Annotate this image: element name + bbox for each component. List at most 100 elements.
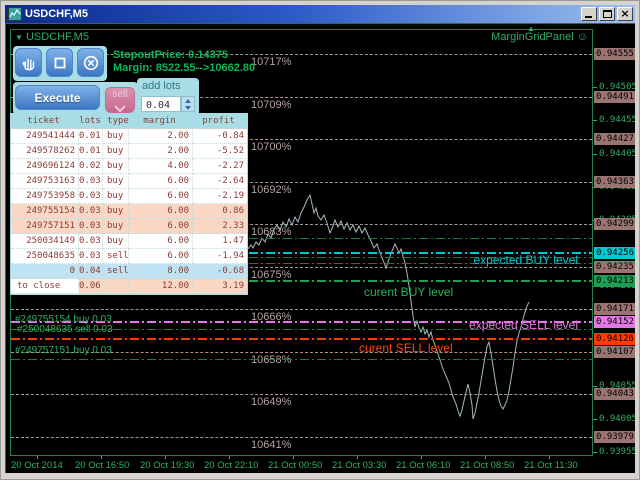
maximize-button[interactable] <box>599 7 615 21</box>
table-row[interactable]: 2495414440.01buy2.00-0.84 <box>11 129 247 144</box>
table-row[interactable]: 2500486350.03sell6.00-1.94 <box>11 249 247 264</box>
type-cell: buy <box>103 129 129 144</box>
lots-input[interactable] <box>141 96 181 112</box>
table-row[interactable]: to close0.0612.003.19 <box>11 279 247 294</box>
margin-cell: 4.00 <box>129 159 193 174</box>
minimize-button[interactable] <box>581 7 597 21</box>
type-cell: buy <box>103 174 129 189</box>
margin-cell: 6.00 <box>129 174 193 189</box>
profit-cell: -2.27 <box>193 159 247 174</box>
price-tick-mark <box>593 154 597 155</box>
smiley-icon: ☺ <box>577 31 588 43</box>
order-open-price-line[interactable] <box>11 359 592 360</box>
ticket-cell: 0 <box>11 264 79 279</box>
circled-x-icon <box>82 54 100 72</box>
lots-cell: 0.03 <box>79 174 103 189</box>
profit-cell: 3.19 <box>193 279 247 294</box>
profit-cell: 0.86 <box>193 204 247 219</box>
order-label: #250048635 sell 0.03 <box>17 324 113 335</box>
table-row[interactable]: 00.04sell8.00-0.68 <box>11 264 247 279</box>
ticket-cell: 249757151 <box>11 219 79 234</box>
chart-window-icon <box>8 7 22 21</box>
ticket-cell: 249753163 <box>11 174 79 189</box>
maximize-icon <box>603 10 612 18</box>
step-down-icon[interactable] <box>185 106 191 110</box>
table-row[interactable]: 2497551540.03buy6.000.86 <box>11 204 247 219</box>
time-tick-mark <box>229 456 230 459</box>
column-header-margin: margin <box>129 114 193 129</box>
grid-price-badge: 0.94235 <box>594 261 635 273</box>
price-tick-label: 0.94405 <box>599 149 635 160</box>
column-header-type: type <box>103 114 129 129</box>
lots-cell: 0.03 <box>79 189 103 204</box>
expected-sell-level-badge: 0.94152 <box>594 316 635 328</box>
lots-cell: 0.03 <box>79 204 103 219</box>
ticket-cell: 249755154 <box>11 204 79 219</box>
expected-buy-level-badge: 0.94256 <box>594 247 635 259</box>
panel-title: MarginGridPanel ☺ <box>491 31 588 43</box>
time-tick-label: 20 Oct 16:50 <box>75 460 129 471</box>
margin-cell: 2.00 <box>129 144 193 159</box>
price-tick-mark <box>593 419 597 420</box>
lots-cell: 0.04 <box>79 264 103 279</box>
price-tick-mark <box>593 386 597 387</box>
add-lots-panel: add lots <box>137 78 199 116</box>
type-cell: buy <box>103 234 129 249</box>
price-tick-mark <box>593 452 597 453</box>
title-bar[interactable]: USDCHF,M5 × <box>5 5 635 23</box>
step-up-icon[interactable] <box>185 99 191 103</box>
close-button[interactable]: × <box>617 7 633 21</box>
chevron-down-icon: ▼ <box>15 33 23 42</box>
lots-cell: 0.01 <box>79 144 103 159</box>
time-tick-mark <box>293 456 294 459</box>
profit-cell: -0.68 <box>193 264 247 279</box>
ticket-cell: 249696124 <box>11 159 79 174</box>
stop-button[interactable] <box>46 48 73 77</box>
price-tick-mark <box>593 120 597 121</box>
sell-button[interactable]: sell <box>105 87 135 113</box>
add-lots-label: add lots <box>137 78 199 93</box>
price-tick-label: 0.94005 <box>599 414 635 425</box>
time-tick-label: 21 Oct 08:50 <box>460 460 514 471</box>
execute-button[interactable]: Execute <box>15 85 100 110</box>
current-sell-level-line[interactable] <box>11 338 592 340</box>
column-header-profit: profit <box>193 114 247 129</box>
time-tick-label: 21 Oct 03:30 <box>332 460 386 471</box>
lots-cell: 0.03 <box>79 219 103 234</box>
current-buy-level-badge: 0.94213 <box>594 275 635 287</box>
time-tick-mark <box>485 456 486 459</box>
grid-price-badge: 0.93979 <box>594 431 635 443</box>
grid-price-badge: 0.94107 <box>594 346 635 358</box>
type-cell: buy <box>103 189 129 204</box>
time-tick-mark <box>165 456 166 459</box>
lots-stepper[interactable] <box>181 96 195 112</box>
drag-hand-button[interactable] <box>15 48 42 77</box>
lots-cell: 0.03 <box>79 249 103 264</box>
close-panel-button[interactable] <box>77 48 104 77</box>
table-row[interactable]: 2497531630.03buy6.00-2.64 <box>11 174 247 189</box>
ticket-cell: 249578262 <box>11 144 79 159</box>
lots-cell: 0.01 <box>79 129 103 144</box>
profit-cell: -2.19 <box>193 189 247 204</box>
ticket-cell: 249753958 <box>11 189 79 204</box>
margin-info-text: Margin: 8522.55-->10662.80 <box>113 62 255 75</box>
sell-button-label: sell <box>106 89 134 100</box>
type-cell: sell <box>103 249 129 264</box>
table-row[interactable]: 2497539580.03buy6.00-2.19 <box>11 189 247 204</box>
chart-client-area: 10717%10709%10700%10692%10683%10675%1066… <box>5 23 635 473</box>
price-tick-label: 0.93955 <box>599 447 635 458</box>
time-tick-label: 20 Oct 19:30 <box>140 460 194 471</box>
profit-cell: 1.47 <box>193 234 247 249</box>
stopout-price-text: StopoutPrice: 0.14375 <box>113 49 255 62</box>
time-tick-label: 20 Oct 22:10 <box>204 460 258 471</box>
table-row[interactable]: 2495782620.01buy2.00-5.52 <box>11 144 247 159</box>
lots-cell: 0.03 <box>79 234 103 249</box>
table-row[interactable]: 2496961240.02buy4.00-2.27 <box>11 159 247 174</box>
time-tick-mark <box>37 456 38 459</box>
ticket-cell: 249541444 <box>11 129 79 144</box>
time-tick-mark <box>357 456 358 459</box>
ticket-cell: 250034149 <box>11 234 79 249</box>
table-row[interactable]: 2497571510.03buy6.002.33 <box>11 219 247 234</box>
window-title: USDCHF,M5 <box>25 5 579 23</box>
table-row[interactable]: 2500341490.03buy6.001.47 <box>11 234 247 249</box>
